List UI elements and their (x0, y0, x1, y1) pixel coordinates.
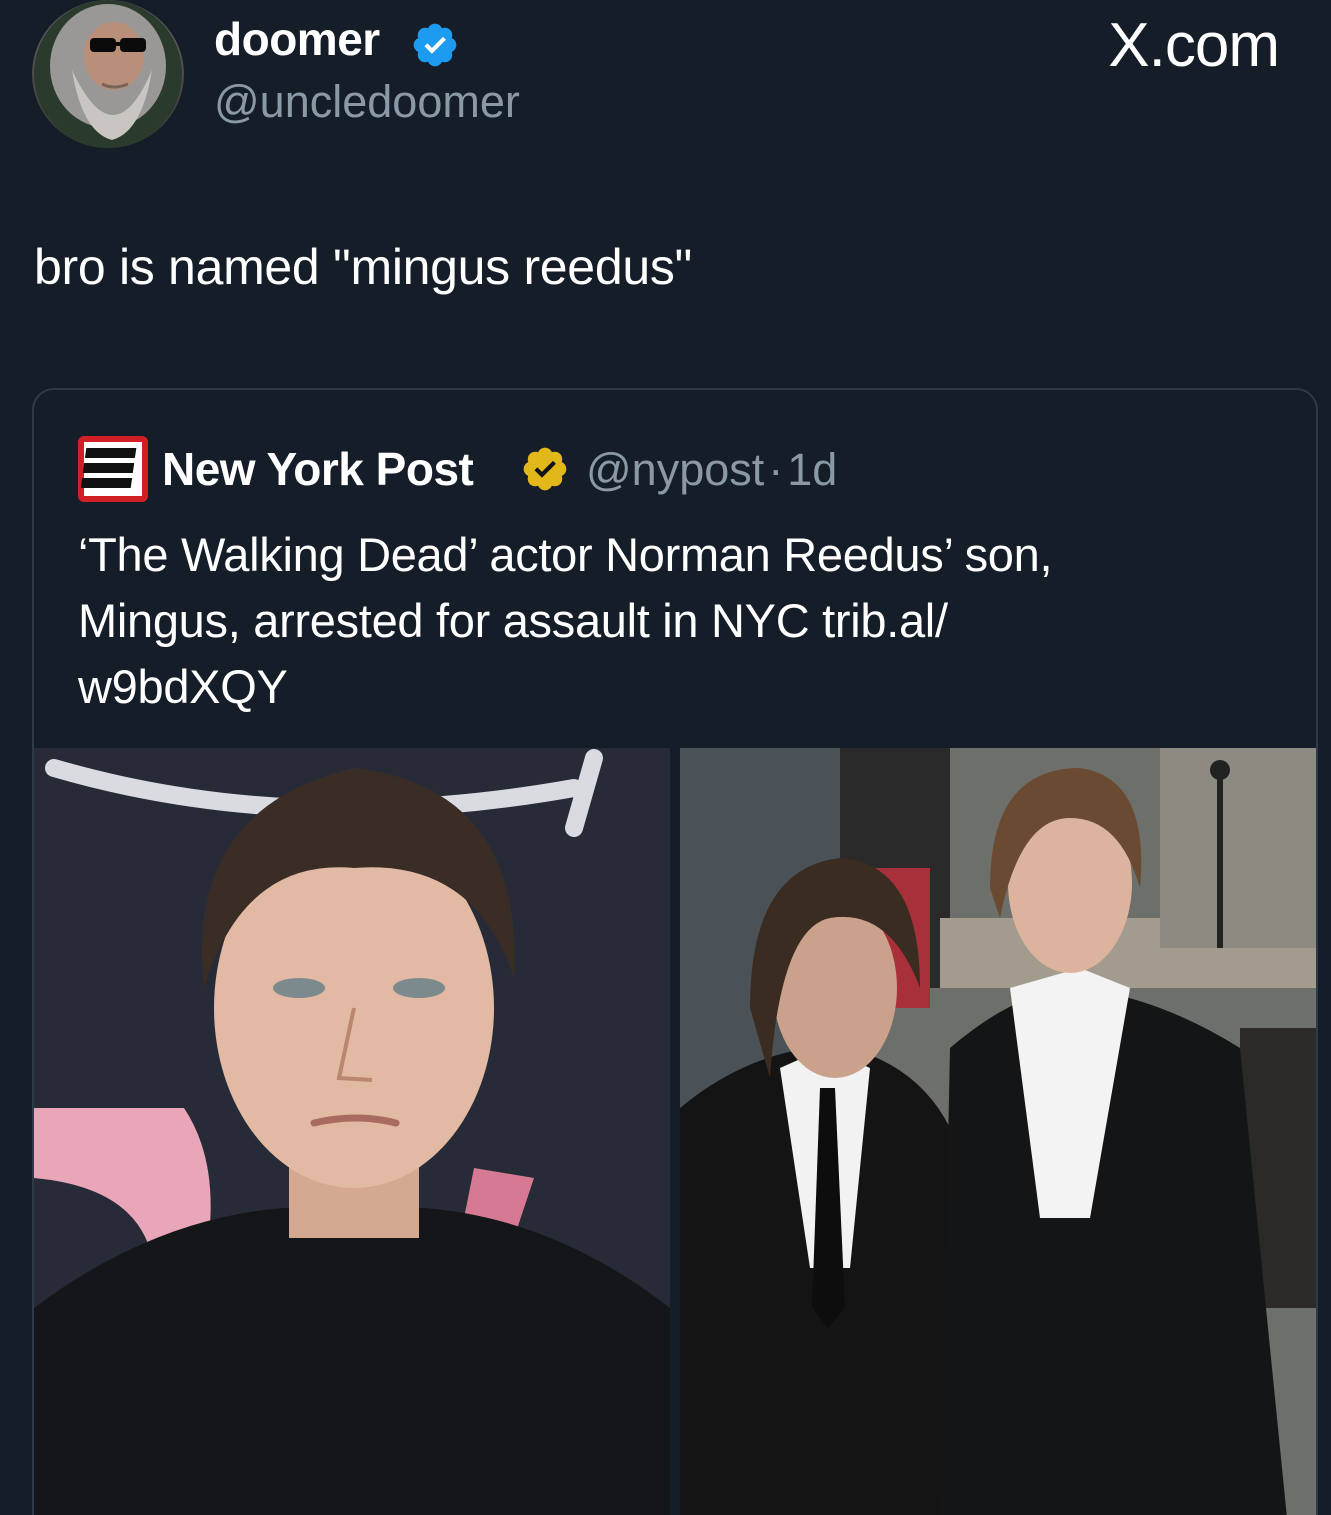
tweet-text: bro is named "mingus reedus" (34, 239, 692, 295)
father-son-photo-image (680, 748, 1316, 1515)
quoted-tweet-card[interactable]: New York Post @nypost·1d ‘The Walking De… (32, 388, 1318, 1515)
quoted-text-line: Mingus, arrested for assault in NYC trib… (78, 594, 948, 647)
portrait-photo[interactable] (34, 748, 670, 1515)
quoted-text-line: w9bdXQY (78, 660, 288, 713)
tweet-screenshot: doomer @uncledoomer X.com bro is named "… (0, 0, 1331, 1515)
quoted-media-grid (34, 748, 1316, 1515)
quoted-tweet-text: ‘The Walking Dead’ actor Norman Reedus’ … (78, 522, 1258, 720)
author-display-name[interactable]: doomer (214, 12, 380, 66)
quoted-handle[interactable]: @nypost (586, 444, 764, 495)
portrait-photo-image (34, 748, 670, 1515)
quoted-meta: @nypost·1d (586, 444, 837, 496)
site-watermark: X.com (1108, 11, 1280, 80)
author-handle[interactable]: @uncledoomer (214, 76, 520, 128)
quoted-text-line: ‘The Walking Dead’ actor Norman Reedus’ … (78, 528, 1053, 581)
father-son-photo[interactable] (680, 748, 1316, 1515)
new-york-post-logo-icon[interactable] (78, 436, 148, 502)
quoted-timestamp[interactable]: 1d (787, 444, 837, 495)
verified-badge-icon (413, 23, 457, 67)
quoted-display-name[interactable]: New York Post (162, 442, 474, 496)
verified-organization-badge-icon (523, 447, 567, 491)
author-avatar[interactable] (32, 0, 184, 148)
meta-separator: · (768, 444, 784, 495)
avatar-image (34, 0, 182, 148)
